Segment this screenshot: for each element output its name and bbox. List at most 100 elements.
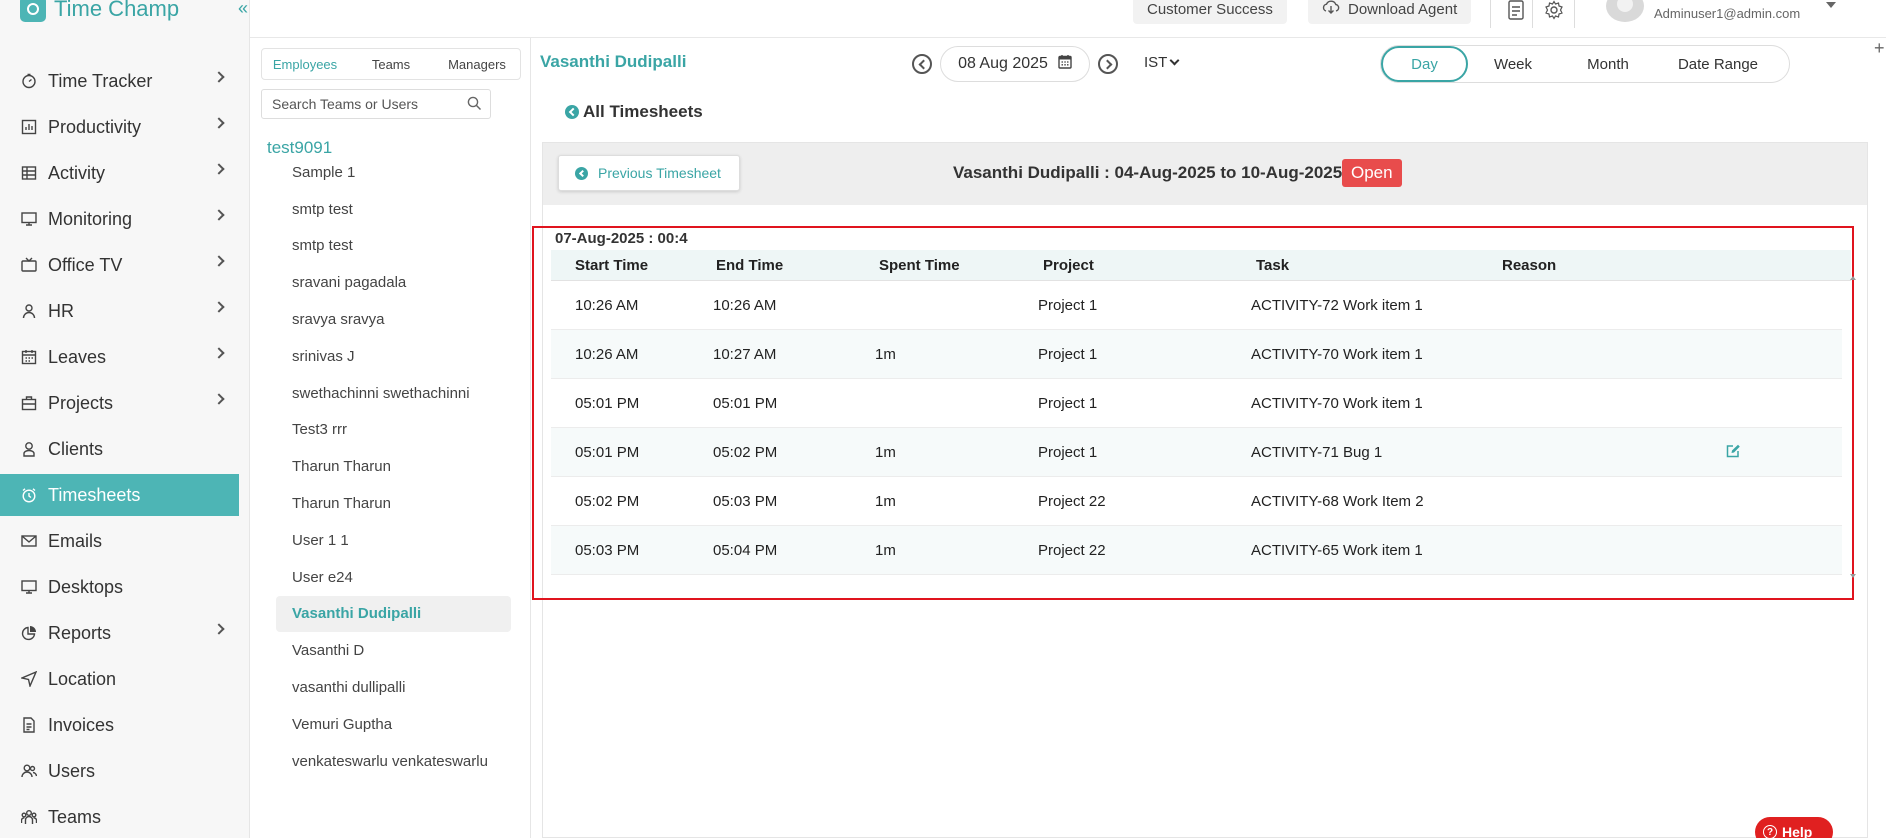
column-header: Reason (1502, 256, 1557, 274)
project-cell: Project 1 (1038, 443, 1098, 461)
sidebar-item-users[interactable]: Users (0, 750, 239, 792)
sidebar-item-time-tracker[interactable]: Time Tracker (0, 60, 239, 102)
timezone-value: IST (1144, 54, 1168, 71)
sidebar-item-clients[interactable]: Clients (0, 428, 239, 470)
project-cell: Project 22 (1038, 541, 1106, 559)
next-date-icon[interactable] (1098, 54, 1118, 74)
divider (1490, 0, 1491, 28)
range-date-range[interactable]: Date Range (1658, 46, 1778, 82)
user-list-item[interactable]: Sample 1 (276, 154, 511, 191)
activity-icon (20, 164, 38, 182)
user-list-item[interactable]: User e24 (276, 559, 511, 596)
download-agent-label: Download Agent (1348, 0, 1458, 18)
time-champ-logo-icon (20, 0, 46, 22)
scroll-up-icon[interactable] (1850, 276, 1856, 280)
user-list-item[interactable]: sravya sravya (276, 301, 511, 338)
user-list-item[interactable]: Test3 rrr (276, 412, 511, 449)
location-arrow-icon (20, 670, 38, 688)
sidebar-item-hr[interactable]: HR (0, 290, 239, 332)
sidebar-item-desktops[interactable]: Desktops (0, 566, 239, 608)
spent-time-cell: 1m (875, 541, 896, 559)
project-cell: Project 1 (1038, 394, 1098, 412)
divider (1574, 0, 1575, 28)
tab-teams[interactable]: Teams (348, 49, 434, 79)
gear-icon[interactable] (1542, 0, 1566, 22)
chevron-right-icon (213, 117, 225, 129)
user-menu-caret-icon[interactable] (1826, 2, 1836, 8)
search-input[interactable] (262, 90, 462, 118)
start-time-cell: 05:02 PM (575, 492, 640, 510)
range-month[interactable]: Month (1558, 46, 1658, 82)
user-list-item[interactable]: srinivas J (276, 338, 511, 375)
sidebar-item-timesheets[interactable]: Timesheets (0, 474, 239, 516)
calendar-icon (20, 348, 38, 366)
sidebar-item-projects[interactable]: Projects (0, 382, 239, 424)
user-email: Adminuser1@admin.com (1654, 6, 1801, 21)
sidebar-item-location[interactable]: Location (0, 658, 239, 700)
user-list-item[interactable]: Vasanthi Dudipalli (276, 595, 511, 633)
timezone-select[interactable]: IST (1144, 54, 1180, 71)
range-week[interactable]: Week (1468, 46, 1558, 82)
sidebar-item-monitoring[interactable]: Monitoring (0, 198, 239, 240)
edit-icon[interactable] (1726, 444, 1741, 462)
collapse-sidebar-icon[interactable]: « (238, 0, 248, 19)
range-day[interactable]: Day (1381, 46, 1468, 82)
scroll-down-icon[interactable] (1850, 574, 1856, 578)
tab-employees[interactable]: Employees (262, 49, 348, 79)
user-list-item[interactable]: Tharun Tharun (276, 448, 511, 485)
app-root: Time Champ « Time Tracker Productivity Act… (0, 0, 1886, 838)
tab-managers[interactable]: Managers (434, 49, 520, 79)
search-icon[interactable] (467, 96, 482, 116)
user-list-item[interactable]: venkateswarlu venkateswarlu (276, 743, 511, 780)
user-list-item[interactable]: sravani pagadala (276, 264, 511, 301)
start-time-cell: 05:03 PM (575, 541, 640, 559)
question-icon: ? (1763, 825, 1777, 838)
user-list-item[interactable]: User 1 1 (276, 522, 511, 559)
back-arrow-icon (575, 166, 588, 180)
sidebar-item-office-tv[interactable]: Office TV (0, 244, 239, 286)
user-list-item[interactable]: vasanthi dullipalli (276, 669, 511, 706)
sidebar-item-emails[interactable]: Emails (0, 520, 239, 562)
user-panel-tabs: Employees Teams Managers (261, 48, 521, 80)
document-icon[interactable] (1504, 0, 1528, 22)
sidebar-item-activity[interactable]: Activity (0, 152, 239, 194)
column-header: Start Time (575, 256, 649, 274)
sidebar-item-reports[interactable]: Reports (0, 612, 239, 654)
sidebar-item-label: Location (48, 668, 117, 689)
user-list-item[interactable]: Vasanthi D (276, 632, 511, 669)
date-picker[interactable]: 08 Aug 2025 (940, 46, 1090, 82)
previous-timesheet-button[interactable]: Previous Timesheet (558, 155, 740, 191)
status-badge: Open (1342, 159, 1402, 187)
sidebar-item-leaves[interactable]: Leaves (0, 336, 239, 378)
end-time-cell: 10:26 AM (713, 296, 777, 314)
user-list-item[interactable]: swethachinni swethachinni (276, 375, 511, 412)
user-list-item[interactable]: smtp test (276, 228, 511, 265)
sidebar-item-teams[interactable]: Teams (0, 796, 239, 838)
selected-date: 08 Aug 2025 (958, 55, 1048, 72)
app-logo[interactable]: Time Champ (20, 0, 179, 24)
table-row: 05:01 PM 05:01 PM Project 1 ACTIVITY-70 Wor… (551, 379, 1842, 428)
previous-date-icon[interactable] (912, 54, 932, 74)
column-header: Project (1043, 256, 1094, 274)
main-content: Vasanthi Dudipalli 08 Aug 2025 IST Day We… (532, 38, 1886, 838)
help-button[interactable]: ? Help (1755, 817, 1833, 838)
timesheet-table: Start Time End Time Spent Time Project Task R… (551, 250, 1851, 575)
sidebar-item-invoices[interactable]: Invoices (0, 704, 239, 746)
end-time-cell: 05:01 PM (713, 394, 778, 412)
user-list-item[interactable]: Vemuri Guptha (276, 706, 511, 743)
sidebar-item-label: Reports (48, 622, 112, 643)
range-selector: Day Week Month Date Range (1380, 45, 1790, 83)
employee-name: Vasanthi Dudipalli (540, 52, 687, 71)
day-title: 07-Aug-2025 : 00:4 (555, 230, 688, 247)
sidebar-item-productivity[interactable]: Productivity (0, 106, 239, 148)
table-row: 05:03 PM 05:04 PM 1m Project 22 ACTIVITY-65 … (551, 526, 1842, 575)
all-timesheets-link[interactable]: All Timesheets (565, 102, 703, 122)
customer-success-button[interactable]: Customer Success (1133, 0, 1287, 24)
user-list-item[interactable]: Tharun Tharun (276, 485, 511, 522)
user-list-item[interactable]: smtp test (276, 191, 511, 228)
chevron-right-icon (213, 163, 225, 175)
end-time-cell: 05:03 PM (713, 492, 778, 510)
sidebar-item-label: HR (48, 300, 74, 321)
chevron-right-icon (213, 301, 225, 313)
download-agent-button[interactable]: Download Agent (1308, 0, 1472, 24)
